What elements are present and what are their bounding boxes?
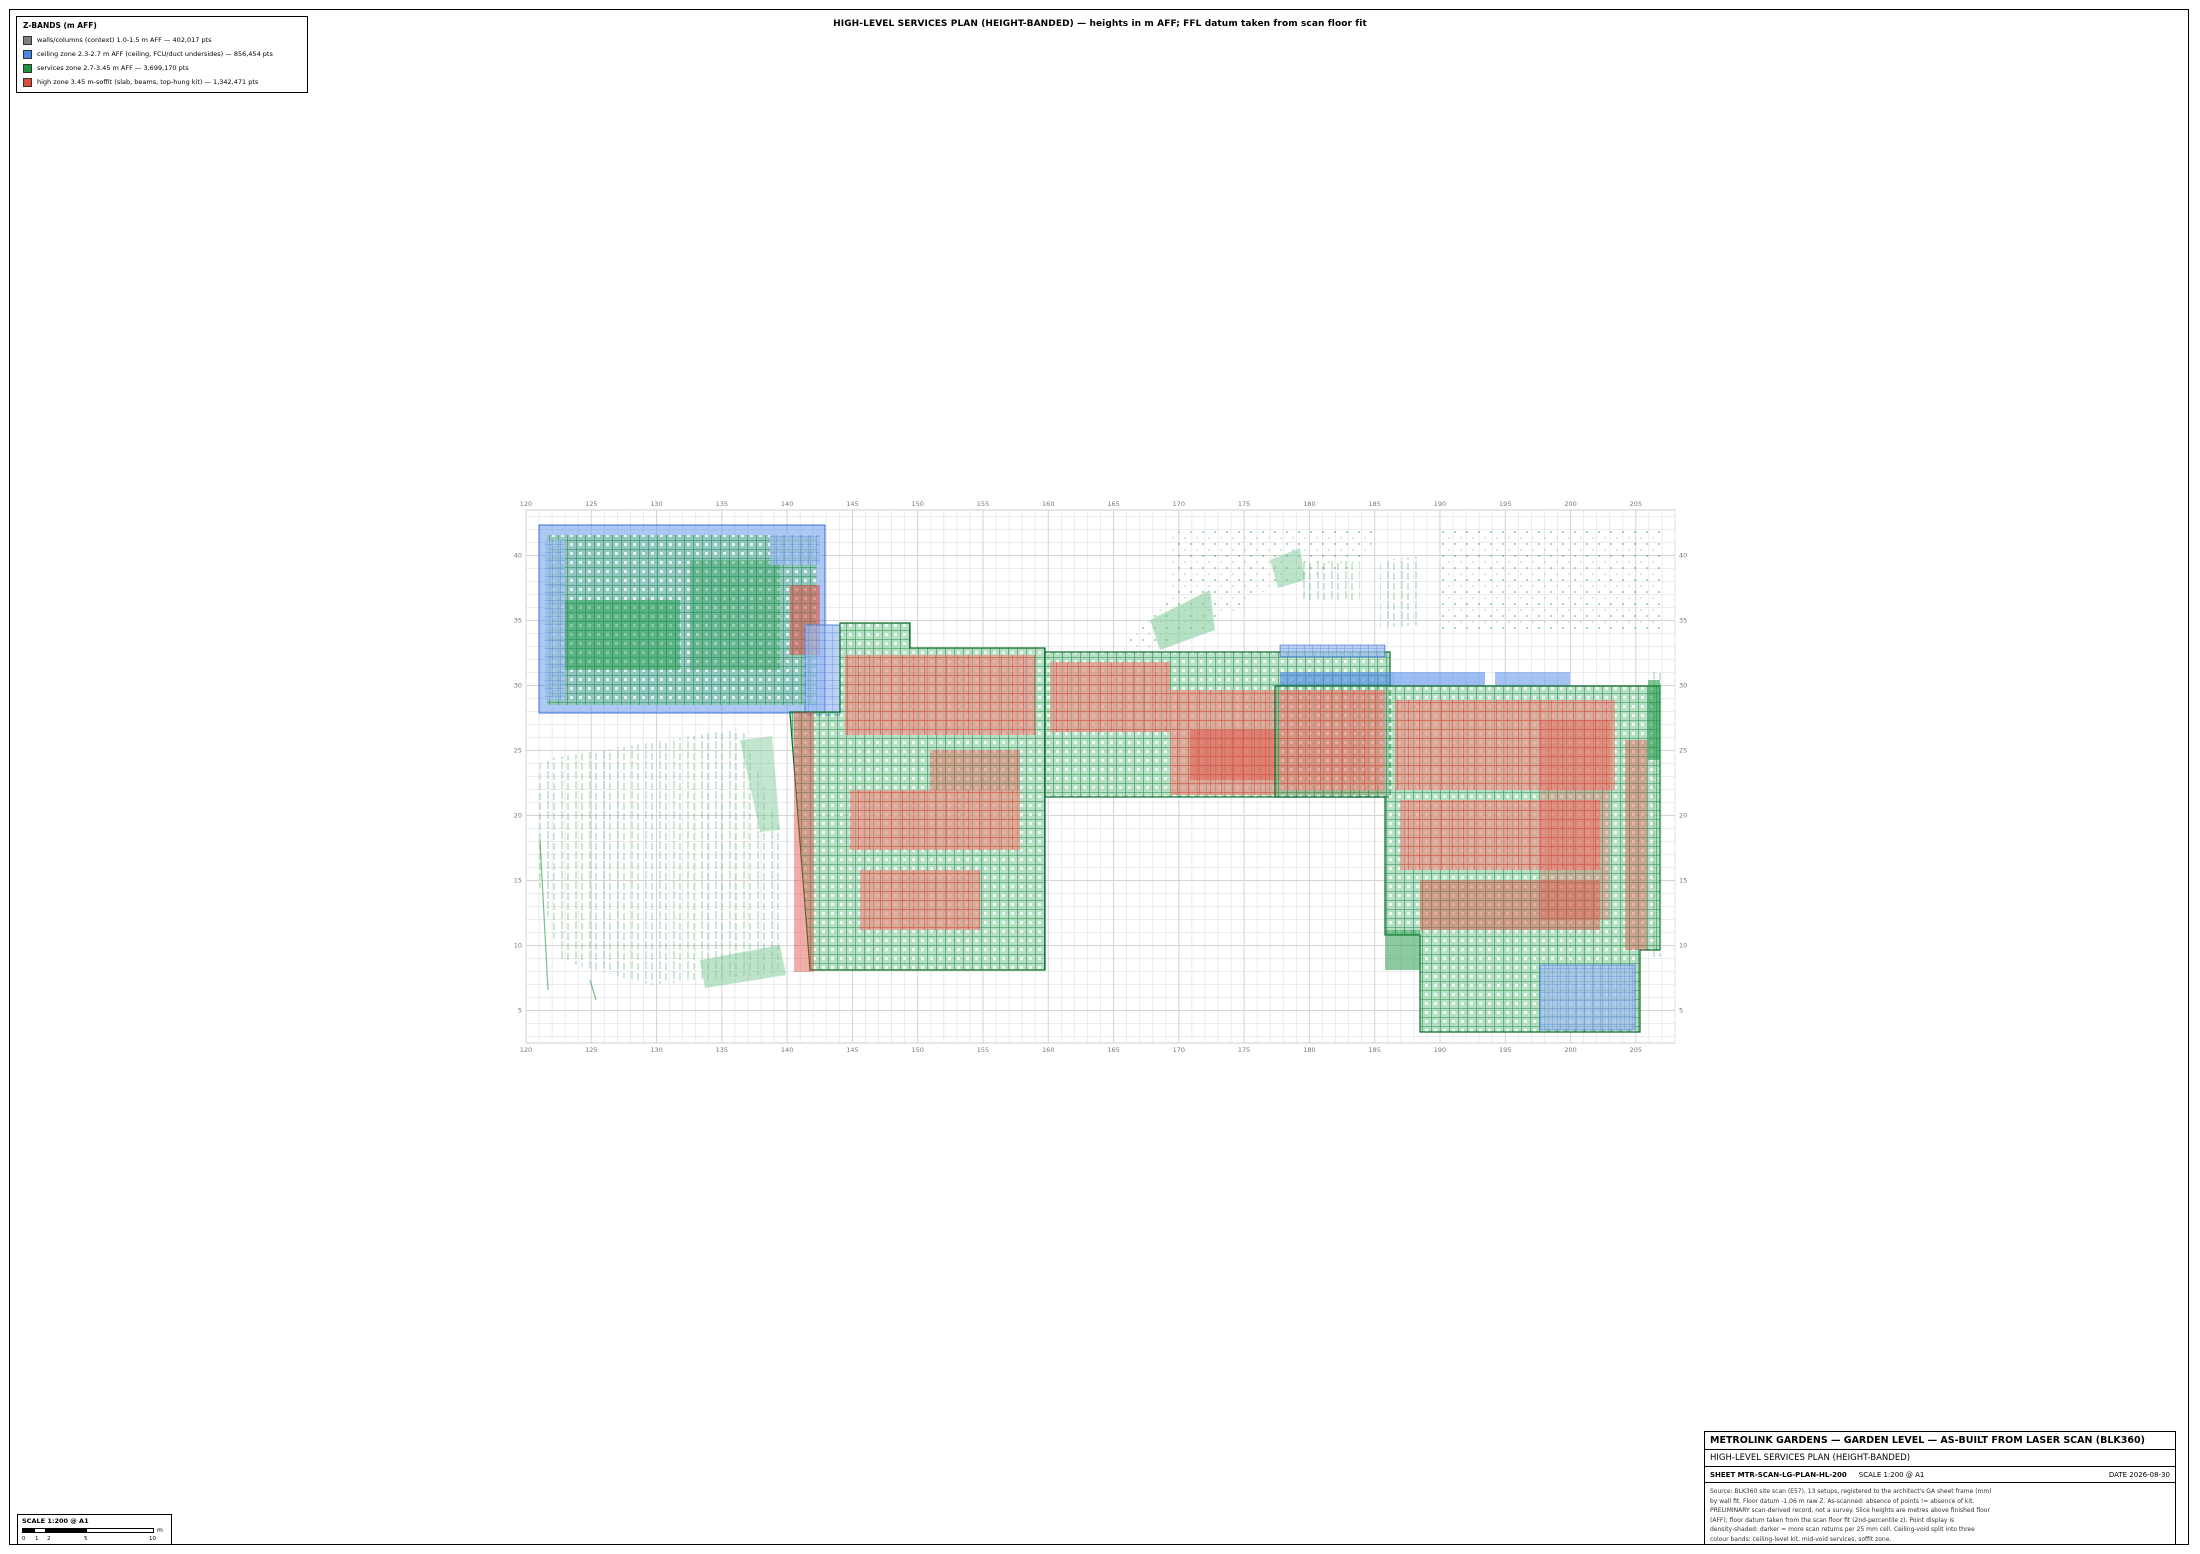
zone-east-wing xyxy=(1274,680,1661,1033)
project-title: METROLINK GARDENS — GARDEN LEVEL — AS-BU… xyxy=(1705,1432,2175,1450)
x-tick-label-bottom: 190 xyxy=(1434,1046,1446,1054)
x-tick-label-bottom: 125 xyxy=(585,1046,597,1054)
x-tick-label-top: 125 xyxy=(585,500,597,508)
x-tick-label-bottom: 140 xyxy=(781,1046,793,1054)
scale-tick-label: 2 xyxy=(47,1536,51,1542)
x-tick-label-top: 155 xyxy=(977,500,989,508)
x-tick-label-top: 180 xyxy=(1303,500,1315,508)
x-tick-label-top: 145 xyxy=(846,500,858,508)
y-tick-label-right: 20 xyxy=(1679,812,1687,820)
x-tick-label-bottom: 205 xyxy=(1630,1046,1642,1054)
x-tick-label-bottom: 185 xyxy=(1368,1046,1380,1054)
scan-fringe-north xyxy=(1120,528,1660,650)
y-tick-label-right: 10 xyxy=(1679,942,1687,950)
title-block-notes: Source: BLK360 site scan (E57), 13 setup… xyxy=(1705,1483,2015,1548)
x-tick-label-bottom: 165 xyxy=(1107,1046,1119,1054)
x-tick-label-bottom: 145 xyxy=(846,1046,858,1054)
x-tick-label-top: 150 xyxy=(911,500,923,508)
scale-segment xyxy=(86,1528,154,1533)
y-tick-label-left: 10 xyxy=(514,942,522,950)
y-tick-label-left: 30 xyxy=(514,682,522,690)
x-tick-label-top: 160 xyxy=(1042,500,1054,508)
sheet-scale: SCALE 1:200 @ A1 xyxy=(1858,1470,1925,1479)
y-tick-label-left: 35 xyxy=(514,617,522,625)
zone-northwest-block xyxy=(538,524,826,714)
scale-segment xyxy=(34,1528,46,1533)
x-tick-label-bottom: 175 xyxy=(1238,1046,1250,1054)
scale-bar: SCALE 1:200 @ A1 m 0 1 2 5 10 xyxy=(17,1514,172,1545)
x-tick-label-top: 200 xyxy=(1564,500,1576,508)
x-tick-label-bottom: 130 xyxy=(650,1046,662,1054)
x-tick-label-top: 205 xyxy=(1630,500,1642,508)
services-plan: 120 120 125 125 130 130 135 135 140 140 145 145 150 1… xyxy=(514,500,1688,1054)
x-tick-label-top: 135 xyxy=(716,500,728,508)
y-tick-label-left: 20 xyxy=(514,812,522,820)
x-tick-label-top: 170 xyxy=(1173,500,1185,508)
scale-tick-label: 1 xyxy=(35,1536,39,1542)
y-tick-label-left: 25 xyxy=(514,747,522,755)
x-tick-label-bottom: 155 xyxy=(977,1046,989,1054)
y-tick-label-left: 40 xyxy=(514,552,522,560)
note-line: (AFF); floor datum taken from the scan f… xyxy=(1710,1516,1955,1524)
zone-ceiling-link xyxy=(804,624,841,716)
x-tick-label-bottom: 120 xyxy=(520,1046,532,1054)
note-line: Source: BLK360 site scan (E57), 13 setup… xyxy=(1710,1488,1992,1495)
y-tick-label-right: 5 xyxy=(1679,1007,1683,1015)
x-tick-label-top: 185 xyxy=(1368,500,1380,508)
x-tick-label-bottom: 180 xyxy=(1303,1046,1315,1054)
y-tick-label-right: 25 xyxy=(1679,747,1687,755)
note-line: by wall fit. Floor datum -1.06 m raw Z. … xyxy=(1710,1497,1975,1505)
y-tick-label-right: 35 xyxy=(1679,617,1687,625)
x-tick-label-top: 120 xyxy=(520,500,532,508)
scale-segment xyxy=(46,1528,86,1533)
y-tick-label-right: 30 xyxy=(1679,682,1687,690)
x-tick-label-bottom: 150 xyxy=(911,1046,923,1054)
y-tick-label-left: 5 xyxy=(518,1007,522,1015)
x-tick-label-top: 140 xyxy=(781,500,793,508)
y-tick-label-right: 15 xyxy=(1679,877,1687,885)
x-tick-label-bottom: 195 xyxy=(1499,1046,1511,1054)
x-tick-label-top: 190 xyxy=(1434,500,1446,508)
x-tick-label-top: 165 xyxy=(1107,500,1119,508)
scale-segment xyxy=(22,1528,34,1533)
sheet-number: SHEET MTR-SCAN-LG-PLAN-HL-200 xyxy=(1710,1470,1847,1479)
title-block: METROLINK GARDENS — GARDEN LEVEL — AS-BU… xyxy=(1704,1431,2176,1545)
x-tick-label-bottom: 135 xyxy=(716,1046,728,1054)
scale-bar-title: SCALE 1:200 @ A1 xyxy=(22,1517,89,1525)
sheet-info-row: SHEET MTR-SCAN-LG-PLAN-HL-200 SCALE 1:200… xyxy=(1705,1467,2175,1483)
y-tick-label-left: 15 xyxy=(514,877,522,885)
scale-unit: m xyxy=(157,1527,163,1534)
scale-tick-label: 10 xyxy=(149,1536,156,1542)
note-line: density-shaded: darker = more scan retur… xyxy=(1710,1526,1975,1533)
scale-tick-label: 5 xyxy=(84,1536,88,1542)
x-tick-label-top: 175 xyxy=(1238,500,1250,508)
note-line: colour bands: ceiling-level kit, mid-voi… xyxy=(1710,1535,1892,1543)
x-tick-label-bottom: 170 xyxy=(1173,1046,1185,1054)
x-tick-label-bottom: 160 xyxy=(1042,1046,1054,1054)
x-tick-label-top: 130 xyxy=(650,500,662,508)
scan-fringe-southwest xyxy=(538,728,786,1001)
x-tick-label-top: 195 xyxy=(1499,500,1511,508)
note-line: PRELIMINARY scan-derived record, not a s… xyxy=(1710,1507,1990,1514)
scale-tick-label: 0 xyxy=(22,1536,26,1542)
sheet-date: DATE 2026-08-30 xyxy=(2108,1470,2170,1479)
sheet-and-scale: SHEET MTR-SCAN-LG-PLAN-HL-200 SCALE 1:200… xyxy=(1710,1471,1924,1479)
y-tick-label-right: 40 xyxy=(1679,552,1687,560)
drawing-title: HIGH-LEVEL SERVICES PLAN (HEIGHT-BANDED) xyxy=(1705,1450,2175,1467)
x-tick-label-bottom: 200 xyxy=(1564,1046,1576,1054)
